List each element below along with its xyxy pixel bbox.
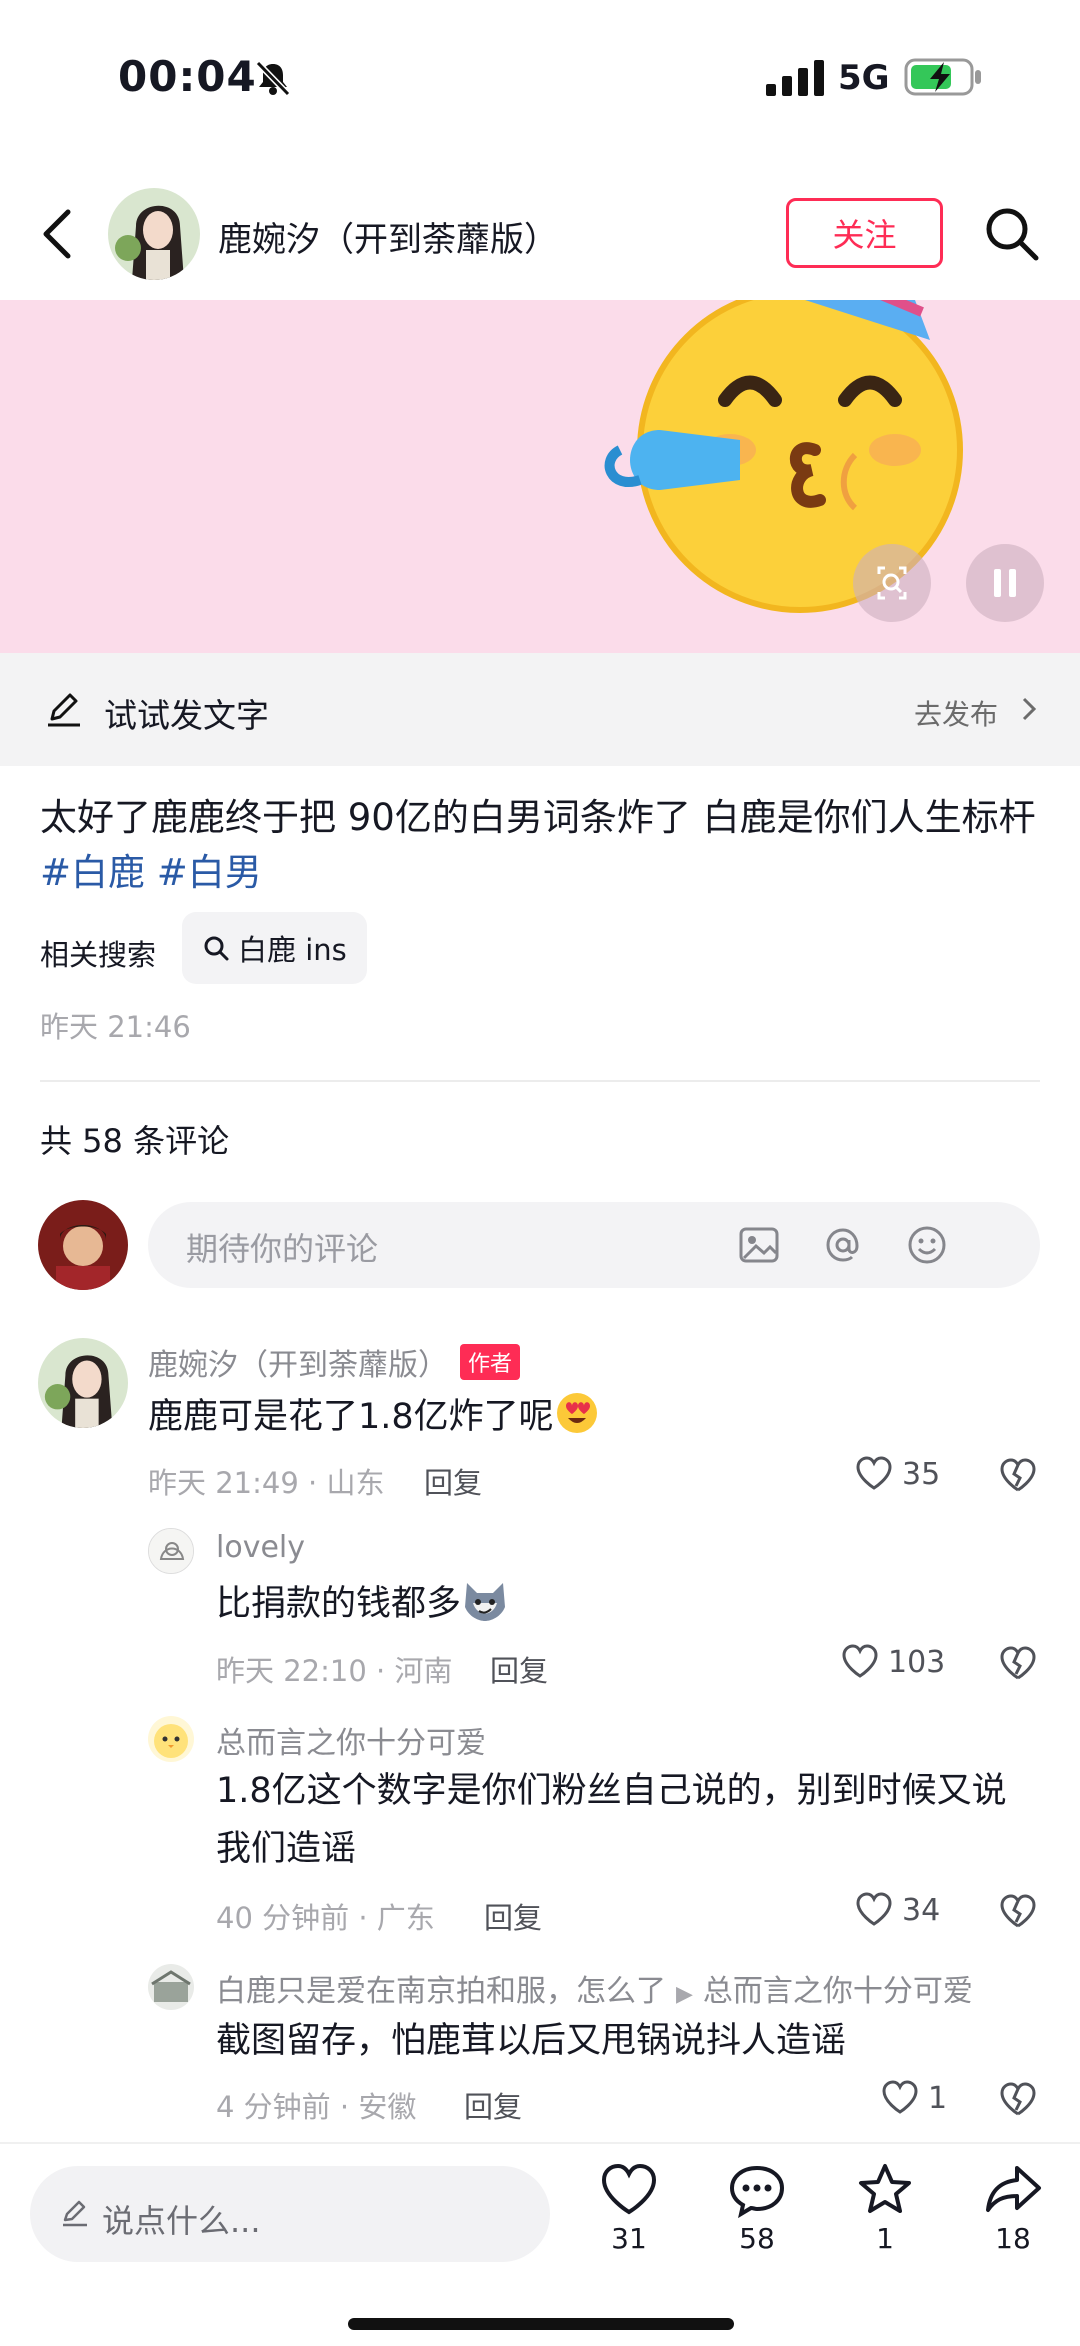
hashtag-bailu[interactable]: #白鹿 [40,851,145,894]
reply-meta: 昨天 22:10 · 河南 [216,1654,453,1688]
follow-button[interactable]: 关注 [786,198,943,268]
related-search-chip[interactable]: 白鹿 ins [182,912,367,984]
reply-author-name[interactable]: 总而言之你十分可爱 [216,1718,486,1762]
reply-button[interactable]: 回复 [484,1895,542,1937]
try-post-label: 试试发文字 [104,696,269,735]
try-post-bar[interactable]: 试试发文字 去发布 [0,653,1080,766]
related-search-query: 白鹿 ins [238,933,347,967]
comment-input-placeholder: 期待你的评论 [186,1230,379,1268]
comment-input[interactable]: 期待你的评论 [148,1202,1040,1288]
reply-button[interactable]: 回复 [424,1460,482,1502]
reply-avatar[interactable] [148,1964,194,2010]
comment-count: 共 58 条评论 [40,1122,230,1160]
broken-heart-icon[interactable] [998,2080,1038,2120]
reply-avatar[interactable] [148,1528,194,1574]
reply-like-count: 34 [902,1892,941,1928]
reply-to-name: 总而言之你十分可爱 [702,1974,973,2009]
like-count: 31 [611,2222,647,2255]
post-media[interactable] [0,300,1080,653]
comment-text: 鹿鹿可是花了1.8亿炸了呢 [148,1388,600,1446]
reply-button[interactable]: 回复 [490,1648,548,1690]
emoji-icon[interactable] [904,1222,950,1268]
say-something-input[interactable]: 说点什么... [30,2166,550,2262]
scan-button[interactable] [853,544,931,622]
reply-text: 截图留存，怕鹿茸以后又甩锅说抖人造谣 [216,2021,847,2061]
image-icon[interactable] [736,1222,782,1268]
bell-muted-icon [255,60,291,97]
chevron-right-icon [1022,697,1037,721]
pause-icon [994,569,1016,597]
my-avatar [38,1200,128,1290]
like-button[interactable]: 31 [584,2162,674,2255]
back-arrow-icon[interactable] [34,202,80,266]
reply-text: 1.8亿这个数字是你们粉丝自己说的，别到时候又说 我们造谣 [216,1771,1007,1869]
battery-charging-icon [904,58,981,96]
comment-count-bottom: 58 [739,2222,775,2255]
favorite-button[interactable]: 1 [840,2162,930,2255]
signal-icon [766,60,824,96]
reply-text: 比捐款的钱都多 [216,1575,509,1633]
go-post-link[interactable]: 去发布 [914,693,998,733]
broken-heart-icon[interactable] [998,1892,1038,1932]
heart-eyes-emoji-icon [556,1393,597,1433]
reply-like-button[interactable]: 103 [840,1642,945,1682]
home-indicator [348,2318,734,2330]
divider [40,1080,1040,1082]
reply-like-button[interactable]: 1 [880,2078,947,2118]
post-time: 昨天 21:46 [40,1010,191,1044]
post-caption: 太好了鹿鹿终于把 90亿的白男词条炸了 白鹿是你们人生标杆 #白鹿 #白男 [40,790,1040,900]
heart-outline-icon [856,1456,892,1490]
author-avatar[interactable] [108,188,200,280]
reply-author-name[interactable]: 白鹿只是爱在南京拍和服，怎么了 ▶ 总而言之你十分可爱 [216,1966,973,2010]
reply-button[interactable]: 回复 [464,2084,522,2126]
reply-meta: 4 分钟前 · 安徽 [216,2090,417,2124]
reply-like-button[interactable]: 34 [854,1890,940,1930]
broken-heart-icon[interactable] [998,1644,1038,1684]
reply-author-name[interactable]: lovely [216,1530,305,1565]
share-arrow-icon [986,2166,1041,2212]
scan-icon [877,566,907,600]
status-bar: 00:04 5G [0,0,1080,160]
heart-outline-icon [882,2080,918,2114]
comment-author-name[interactable]: 鹿婉汐（开到荼蘼版） 作者 [148,1340,521,1384]
pause-button[interactable] [966,544,1044,622]
heart-outline-icon [856,1892,892,1926]
share-count: 18 [995,2222,1031,2255]
search-icon [204,936,229,961]
say-something-placeholder: 说点什么... [102,2202,261,2240]
status-time: 00:04 [118,52,257,101]
heart-icon [601,2163,657,2215]
star-icon [859,2164,911,2213]
comment-button[interactable]: 58 [712,2162,802,2255]
hashtag-bainan[interactable]: #白男 [157,851,262,894]
comment-like-count: 35 [902,1456,941,1492]
husky-emoji-icon [465,1583,506,1621]
header: 鹿婉汐（开到荼蘼版） 关注 [0,170,1080,300]
search-icon[interactable] [982,204,1042,264]
comment-avatar[interactable] [38,1338,128,1428]
reply-to-arrow-icon: ▶ [676,1982,693,2007]
comment-like-button[interactable]: 35 [854,1454,940,1494]
comment-bubble-icon [729,2165,785,2218]
caption-text: 太好了鹿鹿终于把 90亿的白男词条炸了 白鹿是你们人生标杆 [40,796,1036,839]
reply-meta: 40 分钟前 · 广东 [216,1901,435,1935]
favorite-count: 1 [876,2222,894,2255]
reply-avatar[interactable] [148,1716,194,1762]
author-badge: 作者 [460,1344,521,1380]
author-name[interactable]: 鹿婉汐（开到荼蘼版） [218,212,558,261]
heart-outline-icon [842,1644,878,1678]
network-type: 5G [838,58,890,98]
bottom-action-bar: 说点什么... 31 58 1 18 [0,2142,1080,2346]
share-button[interactable]: 18 [968,2162,1058,2255]
related-search-label: 相关搜索 [40,938,157,972]
reply-like-count: 103 [888,1644,946,1680]
mention-icon[interactable] [820,1222,866,1268]
reply-like-count: 1 [928,2080,948,2116]
pen-icon [63,2200,87,2227]
comment-meta: 昨天 21:49 · 山东 [148,1466,385,1500]
pen-icon [48,693,80,727]
broken-heart-icon[interactable] [998,1456,1038,1496]
